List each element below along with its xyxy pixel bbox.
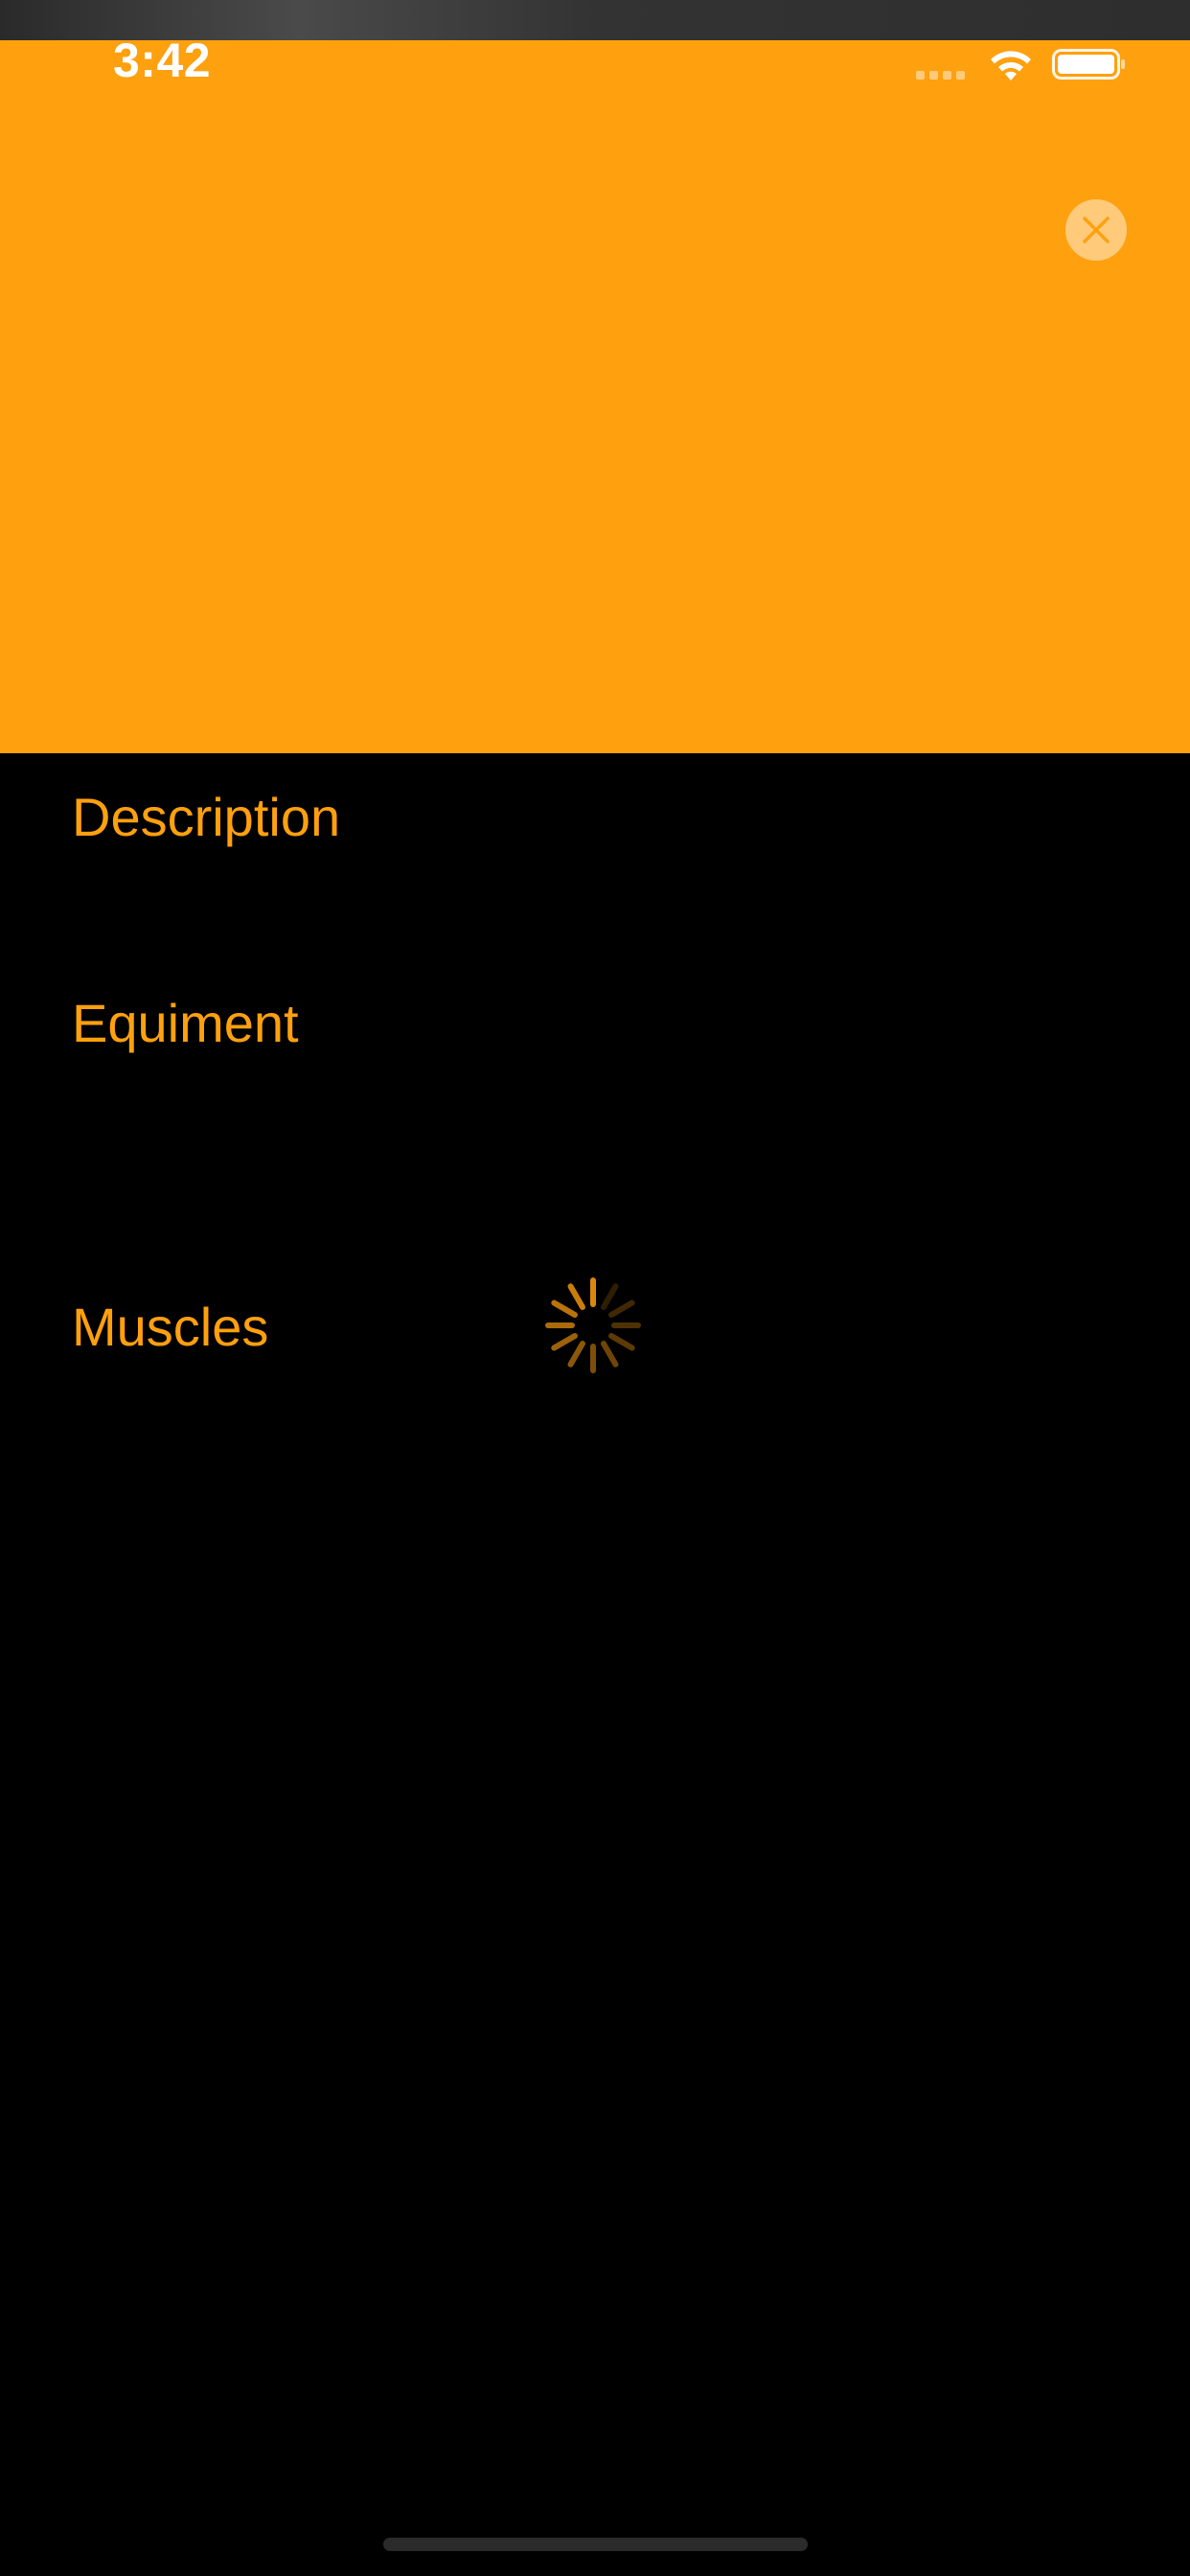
cellular-signal-icon <box>916 71 965 80</box>
wifi-icon <box>991 51 1031 80</box>
spinner-icon <box>545 1277 641 1373</box>
muscles-heading: Muscles <box>72 1297 269 1357</box>
spinner-spoke <box>608 1300 635 1318</box>
header-banner <box>0 40 1190 753</box>
spinner-spoke <box>551 1333 578 1351</box>
spinner-spoke <box>601 1283 619 1310</box>
home-indicator[interactable] <box>383 2538 808 2551</box>
spinner-spoke <box>567 1283 585 1310</box>
spinner-spoke <box>567 1341 585 1368</box>
close-icon <box>1083 217 1110 243</box>
spinner-spoke <box>608 1333 635 1351</box>
status-time: 3:42 <box>113 34 212 87</box>
description-heading: Description <box>72 787 341 847</box>
spinner-spoke <box>601 1341 619 1368</box>
status-bar: 3:42 <box>0 34 1190 98</box>
battery-icon <box>1052 49 1125 80</box>
close-button[interactable] <box>1065 199 1127 261</box>
spinner-spoke <box>551 1300 578 1318</box>
equipment-heading: Equiment <box>72 993 299 1053</box>
